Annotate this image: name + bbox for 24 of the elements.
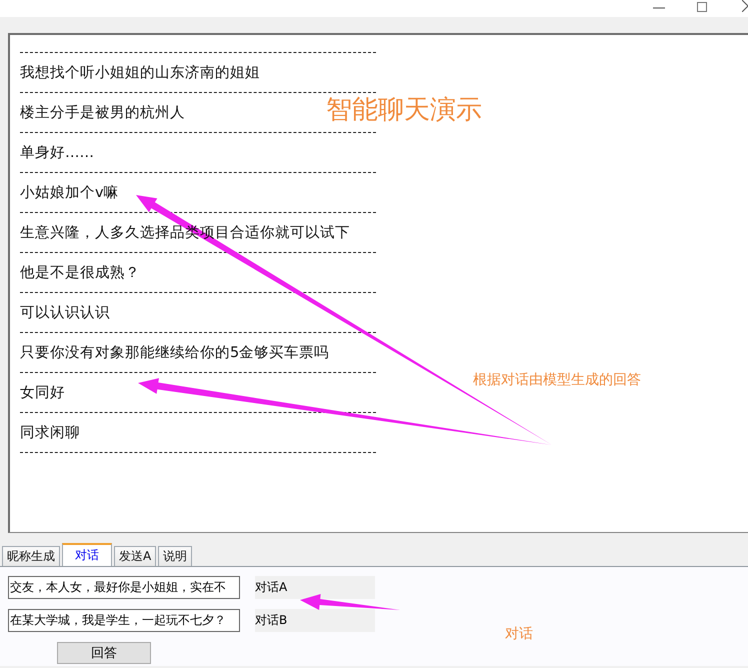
dialog-label: 对话A xyxy=(255,576,375,599)
dialog-label: 对话B xyxy=(255,609,375,632)
close-icon[interactable] xyxy=(742,0,748,12)
chat-message: 可以认识认识 xyxy=(20,304,110,322)
tab[interactable]: 昵称生成 xyxy=(2,546,60,566)
annotation-note: 根据对话由模型生成的回答 xyxy=(473,371,641,389)
chat-message: 女同好 xyxy=(20,384,65,402)
tab[interactable]: 说明 xyxy=(158,546,192,566)
chat-message: 我想找个听小姐姐的山东济南的姐姐 xyxy=(20,64,260,82)
minimize-icon[interactable] xyxy=(653,7,665,9)
chat-message: 小姑娘加个v嘛 xyxy=(20,184,119,202)
chat-message: 他是不是很成熟？ xyxy=(20,264,140,282)
dialog-input[interactable]: 交友，本人女，最好你是小姐姐，实在不 xyxy=(8,576,240,599)
chat-message: 同求闲聊 xyxy=(20,424,80,442)
annotation-title: 智能聊天演示 xyxy=(326,94,482,127)
answer-button[interactable]: 回答 xyxy=(57,642,151,664)
chat-message: 楼主分手是被男的杭州人 xyxy=(20,104,185,122)
tab[interactable]: 发送A xyxy=(114,546,156,566)
dialog-input[interactable]: 在某大学城，我是学生，一起玩不七夕？ xyxy=(8,609,240,632)
chat-message: 只要你没有对象那能继续给你的5金够买车票吗 xyxy=(20,344,330,362)
maximize-icon[interactable] xyxy=(697,2,707,12)
chat-message: 单身好…… xyxy=(20,144,94,162)
tab[interactable]: 对话 xyxy=(62,543,112,566)
annotation-note: 对话 xyxy=(505,625,533,643)
